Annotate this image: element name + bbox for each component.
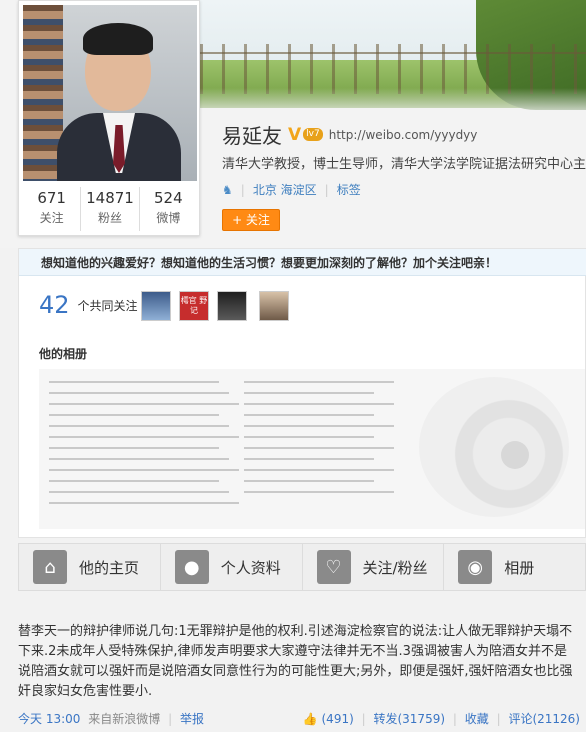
person-icon: ● — [174, 550, 209, 584]
weibo-url-link[interactable]: http://weibo.com/yyydyy — [329, 128, 478, 142]
meta-divider: | — [496, 712, 501, 726]
stat-followers[interactable]: 14871 粉丝 — [81, 187, 140, 231]
album-text-line — [244, 381, 394, 383]
camera-icon: ◉ — [458, 550, 493, 584]
post-source: 来自新浪微博 — [88, 712, 161, 726]
like-count[interactable]: (491) — [322, 712, 354, 726]
profile-name: 易延友 — [222, 124, 282, 148]
info-panel: 想知道他的兴趣爱好？想知道他的生活习惯？想要更加深刻的了解他？加个关注吧亲！ 4… — [18, 248, 586, 538]
mutual-label: 个共同关注 — [77, 298, 138, 313]
stat-posts-label: 微博 — [156, 211, 181, 225]
album-text-line — [49, 381, 219, 383]
avatar[interactable] — [23, 5, 197, 181]
nav-home[interactable]: ⌂ 他的主页 — [19, 544, 161, 590]
album-text-line — [49, 414, 219, 416]
nav-follows[interactable]: ♡ 关注/粉丝 — [303, 544, 445, 590]
like-icon[interactable]: 👍 — [303, 712, 318, 726]
post-time-link[interactable]: 今天 13:00 — [18, 712, 80, 726]
post-actions: 👍 (491) | 转发(31759) | 收藏 | 评论(21126) — [299, 710, 580, 727]
album-text-line — [49, 425, 229, 427]
mutual-avatar-4[interactable] — [259, 291, 289, 321]
favorite-link[interactable]: 收藏 — [465, 712, 489, 726]
tags-link[interactable]: 标签 — [337, 181, 361, 198]
meta-divider: | — [452, 712, 457, 726]
profile-bio: 清华大学教授，博士生导师，清华大学法学院证据法研究中心主任 — [222, 157, 586, 172]
album-text-line — [244, 425, 394, 427]
profile-name-row: 易延友 V lv7 http://weibo.com/yyydyy — [222, 120, 477, 149]
album-text-line — [244, 403, 394, 405]
stat-following[interactable]: 671 关注 — [23, 187, 82, 231]
repost-link[interactable]: 转发(31759) — [373, 712, 445, 726]
mutual-avatar-3[interactable] — [217, 291, 247, 321]
album-photo[interactable] — [39, 369, 585, 529]
album-text-line — [49, 392, 229, 394]
album-text-line — [244, 491, 394, 493]
follow-button[interactable]: + 关注 — [222, 209, 280, 231]
album-text-line — [49, 458, 229, 460]
profile-stats: 671 关注 14871 粉丝 524 微博 — [23, 187, 197, 231]
nav-follows-label: 关注/粉丝 — [362, 558, 428, 577]
post-meta-left: 今天 13:00 来自新浪微博 | 举报 — [18, 710, 208, 727]
nav-album[interactable]: ◉ 相册 — [444, 544, 585, 590]
album-text-line — [244, 392, 374, 394]
mutual-count: 42 — [39, 291, 70, 319]
album-text-line — [49, 447, 219, 449]
stat-posts-count: 524 — [154, 189, 183, 207]
album-text-line — [49, 403, 239, 405]
gender-icon: ♞ — [222, 182, 233, 197]
post-meta: 今天 13:00 来自新浪微博 | 举报 👍 (491) | 转发(31759) … — [18, 710, 580, 727]
nav-profile[interactable]: ● 个人资料 — [161, 544, 303, 590]
stat-posts[interactable]: 524 微博 — [140, 187, 197, 231]
album-text-line — [49, 502, 239, 504]
album-text-line — [49, 480, 219, 482]
stat-followers-label: 粉丝 — [97, 211, 122, 225]
level-badge[interactable]: lv7 — [303, 128, 323, 141]
location-link[interactable]: 北京 海淀区 — [253, 181, 317, 198]
album-text-line — [244, 414, 374, 416]
album-text-line — [49, 491, 229, 493]
profile-nav: ⌂ 他的主页 ● 个人资料 ♡ 关注/粉丝 ◉ 相册 — [18, 543, 586, 591]
nav-home-label: 他的主页 — [79, 558, 140, 577]
heart-icon: ♡ — [316, 550, 351, 584]
album-text-line — [49, 469, 239, 471]
comment-link[interactable]: 评论(21126) — [508, 712, 580, 726]
nav-profile-label: 个人资料 — [220, 558, 281, 577]
location-row: ♞ | 北京 海淀区 | 标签 — [222, 181, 361, 198]
cover-fade — [200, 88, 586, 118]
mutual-avatar-1[interactable] — [141, 291, 171, 321]
album-text-line — [244, 436, 374, 438]
separator: | — [240, 182, 245, 197]
cover-fence-rail — [200, 52, 586, 54]
album-text-line — [244, 447, 394, 449]
verified-v-icon[interactable]: V — [288, 125, 301, 145]
album-text-line — [244, 469, 394, 471]
separator: | — [324, 182, 329, 197]
report-link[interactable]: 举报 — [180, 712, 204, 726]
meta-divider: | — [361, 712, 366, 726]
stat-following-label: 关注 — [39, 211, 64, 225]
nav-album-label: 相册 — [504, 558, 535, 577]
album-title: 他的相册 — [39, 347, 88, 361]
follow-prompt-text: 想知道他的兴趣爱好？想知道他的生活习惯？想要更加深刻的了解他？加个关注吧亲！ — [41, 256, 498, 270]
mutual-avatar-2[interactable]: 樗官 野记 — [179, 291, 209, 321]
avatar-card: 671 关注 14871 粉丝 524 微博 — [18, 0, 200, 236]
post-text: 替李天一的辩护律师说几句:1无罪辩护是他的权利.引述海淀检察官的说法:让人做无罪… — [18, 624, 573, 699]
weibo-watermark-icon — [419, 377, 569, 517]
avatar-hair — [83, 23, 153, 55]
mutual-follows[interactable]: 42 个共同关注 — [39, 291, 138, 319]
follow-prompt-banner: 想知道他的兴趣爱好？想知道他的生活习惯？想要更加深刻的了解他？加个关注吧亲！ — [19, 249, 586, 276]
album-text-line — [244, 458, 374, 460]
album-text-line — [244, 480, 374, 482]
stat-followers-count: 14871 — [86, 189, 134, 207]
meta-divider: | — [168, 712, 173, 726]
album-text-line — [49, 436, 239, 438]
home-icon: ⌂ — [33, 550, 67, 584]
weibo-watermark-eye — [501, 441, 529, 469]
stat-following-count: 671 — [37, 189, 66, 207]
